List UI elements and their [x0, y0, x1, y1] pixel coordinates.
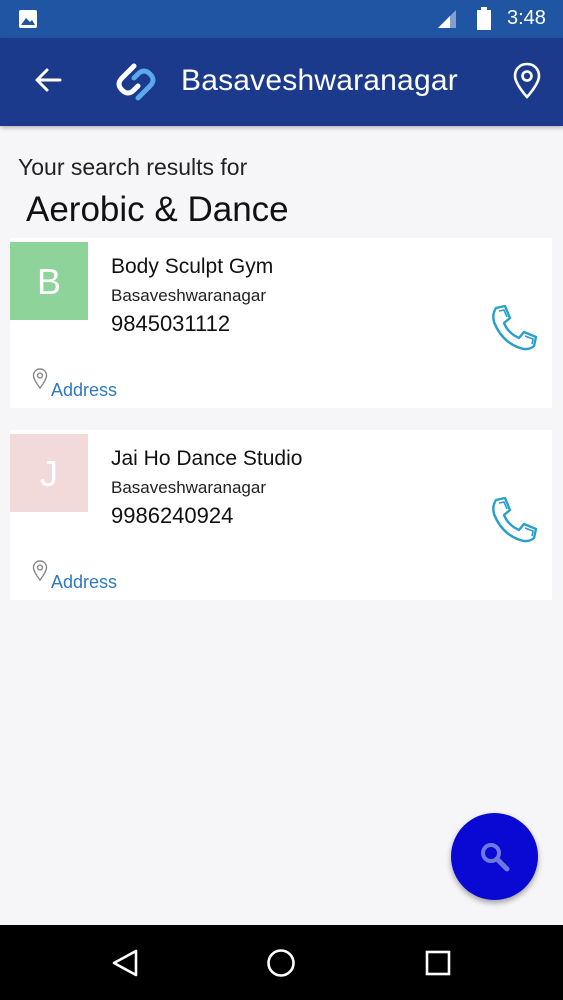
result-card[interactable]: B Body Sculpt Gym Basaveshwaranagar 9845…	[10, 238, 552, 408]
nav-back-icon[interactable]	[111, 948, 139, 978]
business-name: Body Sculpt Gym	[111, 255, 274, 278]
search-results-caption: Your search results for	[18, 154, 248, 180]
business-name: Jai Ho Dance Studio	[111, 447, 303, 470]
business-area: Basaveshwaranagar	[111, 286, 266, 305]
address-link[interactable]: Address	[51, 572, 117, 593]
search-icon	[481, 843, 510, 872]
battery-icon	[477, 7, 491, 30]
app-bar: Basaveshwaranagar	[0, 38, 563, 126]
status-bar: 3:48	[0, 0, 563, 38]
app-logo-icon	[116, 63, 156, 101]
business-phone: 9986240924	[111, 503, 234, 528]
nav-home-icon[interactable]	[266, 948, 296, 978]
business-area: Basaveshwaranagar	[111, 478, 266, 497]
business-phone: 9845031112	[111, 311, 231, 336]
nav-recent-icon[interactable]	[425, 950, 451, 976]
location-pin-icon[interactable]	[512, 62, 542, 100]
avatar: J	[10, 434, 88, 512]
result-card[interactable]: J Jai Ho Dance Studio Basaveshwaranagar …	[10, 430, 552, 600]
back-arrow-icon[interactable]	[34, 66, 62, 94]
search-fab-button[interactable]	[451, 813, 538, 900]
map-pin-icon	[32, 560, 48, 582]
app-title: Basaveshwaranagar	[181, 64, 458, 97]
image-icon	[19, 10, 37, 28]
phone-icon[interactable]	[488, 302, 540, 354]
phone-icon[interactable]	[488, 494, 540, 546]
status-time: 3:48	[507, 7, 546, 29]
search-query-title: Aerobic & Dance	[26, 190, 289, 229]
signal-icon	[438, 10, 456, 28]
avatar: B	[10, 242, 88, 320]
map-pin-icon	[32, 368, 48, 390]
system-nav-bar	[0, 925, 563, 1000]
address-link[interactable]: Address	[51, 380, 117, 401]
